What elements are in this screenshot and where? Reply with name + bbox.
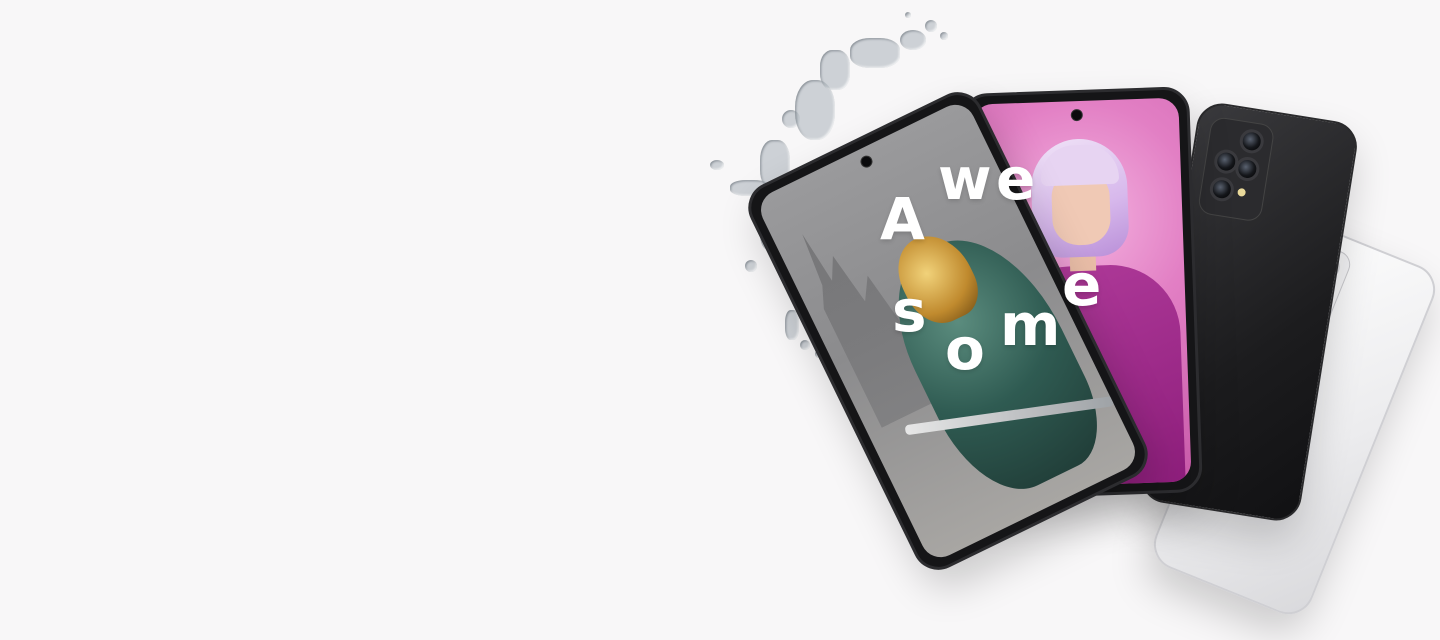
headline-letter: o bbox=[945, 315, 985, 383]
headline-letter: e bbox=[996, 145, 1036, 213]
front-camera bbox=[1070, 108, 1083, 122]
headline-letter: w bbox=[938, 145, 992, 213]
front-camera bbox=[858, 153, 875, 170]
hero-banner: A w e s o m e bbox=[0, 0, 1440, 640]
headline-letter: A bbox=[880, 185, 925, 253]
camera-module bbox=[1196, 115, 1276, 223]
headline-letter: s bbox=[892, 277, 927, 345]
headline-letter: m bbox=[1000, 291, 1061, 359]
headline-letter: e bbox=[1062, 251, 1102, 319]
